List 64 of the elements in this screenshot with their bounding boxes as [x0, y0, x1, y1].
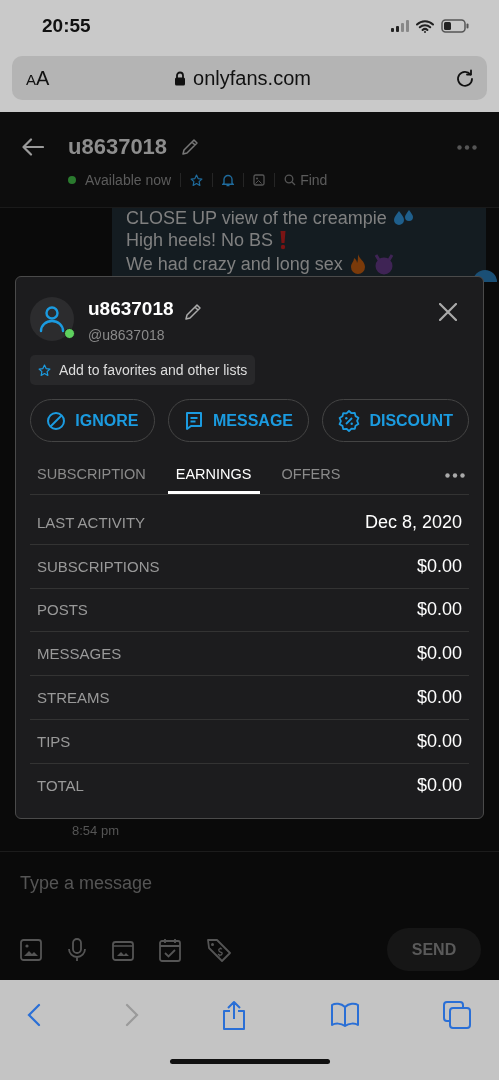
- tab[interactable]: OFFERS: [273, 456, 349, 494]
- image-icon[interactable]: [253, 174, 266, 186]
- exclamation-icon: [279, 230, 288, 250]
- back-icon[interactable]: [27, 1003, 41, 1027]
- book-icon[interactable]: [329, 1002, 360, 1028]
- share-icon[interactable]: [222, 1000, 246, 1030]
- more-icon[interactable]: [445, 472, 465, 478]
- earnings-label: SUBSCRIPTIONS: [37, 557, 160, 575]
- search-icon: [284, 174, 297, 186]
- earnings-value: Dec 8, 2020: [364, 511, 462, 533]
- pencil-icon[interactable]: [183, 303, 202, 321]
- signal-icon: [391, 20, 409, 32]
- close-icon[interactable]: [439, 303, 457, 321]
- earnings-value: $0.00: [416, 599, 462, 621]
- chat-icon: [184, 410, 204, 431]
- tab[interactable]: SUBSCRIPTION: [30, 456, 154, 494]
- address-bar[interactable]: AA onlyfans.com: [12, 56, 487, 100]
- back-arrow-icon[interactable]: [22, 138, 44, 156]
- user-name: u8637018: [88, 298, 174, 320]
- earnings-value: $0.00: [416, 643, 462, 665]
- earnings-label: STREAMS: [37, 689, 110, 707]
- devil-face-icon: [372, 253, 395, 275]
- image-icon[interactable]: [20, 938, 42, 961]
- discount-icon: [338, 409, 361, 432]
- bell-icon[interactable]: [222, 173, 235, 187]
- wifi-icon: [416, 19, 434, 33]
- star-icon[interactable]: [190, 173, 204, 187]
- block-icon: [46, 410, 67, 431]
- earnings-label: TOTAL: [37, 777, 84, 795]
- status-time: 20:55: [42, 15, 91, 37]
- earnings-value: $0.00: [416, 730, 462, 752]
- user-handle: @u8637018: [88, 327, 166, 343]
- earnings-label: LAST ACTIVITY: [37, 513, 146, 531]
- pencil-icon[interactable]: [181, 138, 200, 156]
- earnings-label: TIPS: [37, 732, 71, 750]
- lock-icon: [174, 70, 187, 86]
- message-text: High heels! No BS: [126, 229, 274, 251]
- battery-icon: [441, 19, 469, 33]
- calendar-icon[interactable]: [159, 937, 181, 962]
- earnings-label: MESSAGES: [37, 645, 122, 663]
- flame-icon: [348, 253, 367, 275]
- earnings-value: $0.00: [416, 555, 462, 577]
- star-icon: [38, 363, 51, 377]
- reload-icon[interactable]: [455, 68, 475, 88]
- gallery-icon[interactable]: [112, 938, 134, 961]
- price-tag-icon[interactable]: [206, 937, 232, 962]
- person-icon: [39, 305, 65, 333]
- message-text: We had crazy and long sex: [126, 253, 343, 275]
- message-text: CLOSE UP view of the creampie: [126, 207, 387, 229]
- earnings-value: $0.00: [416, 775, 462, 797]
- availability-status: Available now: [85, 172, 172, 188]
- message-time: 8:54 pm: [72, 823, 119, 838]
- earnings-value: $0.00: [416, 687, 462, 709]
- find-button[interactable]: Find: [284, 172, 328, 188]
- favorites-button[interactable]: Add to favorites and other lists: [30, 355, 256, 385]
- chat-title: u8637018: [68, 134, 168, 160]
- message-input[interactable]: Type a message: [20, 868, 479, 898]
- microphone-icon[interactable]: [67, 937, 87, 962]
- tab[interactable]: EARNINGS: [167, 456, 260, 494]
- text-size-button[interactable]: AA: [26, 66, 60, 90]
- tabs-icon[interactable]: [443, 1001, 471, 1029]
- earnings-label: POSTS: [37, 601, 88, 619]
- url-text: onlyfans.com: [193, 66, 311, 90]
- droplets-icon: [392, 209, 415, 227]
